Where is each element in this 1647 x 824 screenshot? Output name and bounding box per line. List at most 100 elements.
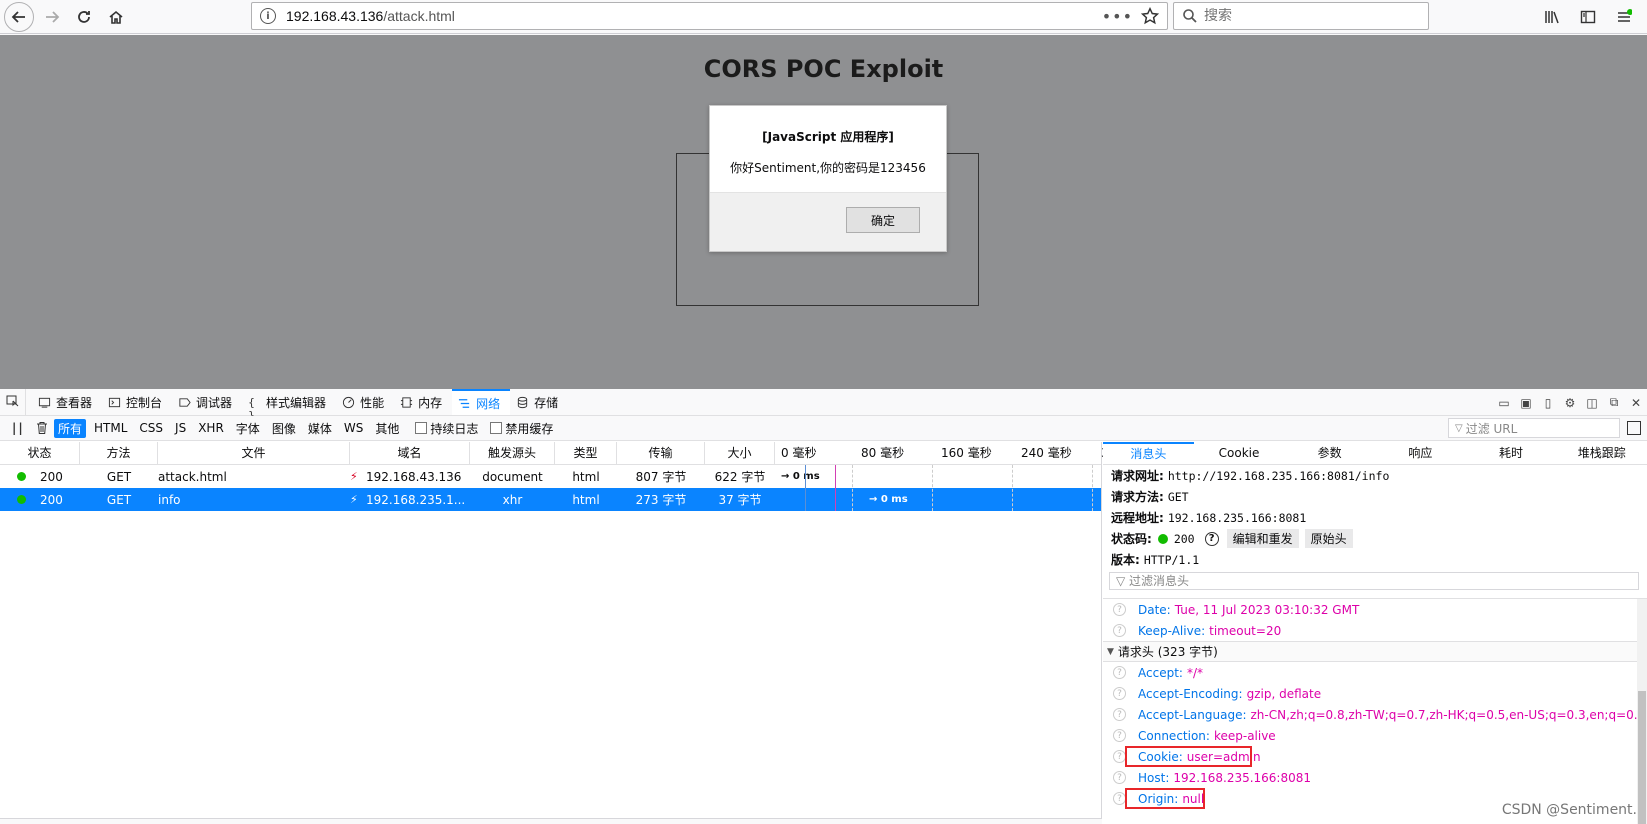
details-tab-response[interactable]: 响应 (1375, 442, 1466, 464)
filter-ws[interactable]: WS (340, 420, 367, 436)
header-row[interactable]: ? Accept: */* (1103, 662, 1647, 683)
filter-images[interactable]: 图像 (268, 419, 300, 438)
column-file[interactable]: 文件 (158, 441, 350, 465)
scrollbar-thumb[interactable] (1638, 691, 1646, 824)
pause-recording-icon[interactable]: || (12, 421, 26, 435)
url-bar[interactable]: i 192.168.43.136/attack.html ••• (251, 2, 1168, 30)
header-row[interactable]: ? Accept-Encoding: gzip, deflate (1103, 683, 1647, 704)
status-cell: 200 (0, 493, 80, 507)
header-help-icon[interactable]: ? (1113, 708, 1126, 721)
details-tab-cookie[interactable]: Cookie (1194, 442, 1285, 464)
details-tab-headers[interactable]: 消息头 (1103, 442, 1194, 464)
header-row[interactable]: ? Date: Tue, 11 Jul 2023 03:10:32 GMT (1103, 599, 1647, 620)
devtools-tab-style-editor[interactable]: { } 样式编辑器 (242, 389, 336, 422)
checkbox-box[interactable] (415, 422, 428, 434)
timing-label: → 0 ms (781, 471, 820, 482)
help-icon[interactable]: ? (1204, 531, 1219, 546)
search-bar[interactable] (1173, 2, 1429, 30)
filter-other[interactable]: 其他 (371, 419, 403, 438)
url-text[interactable]: 192.168.43.136/attack.html (286, 8, 455, 24)
checkbox-box[interactable] (490, 422, 503, 434)
headers-scrollbar[interactable] (1637, 599, 1647, 824)
home-button[interactable] (102, 3, 130, 31)
column-method[interactable]: 方法 (80, 441, 158, 465)
header-row[interactable]: ? Host: 192.168.235.166:8081 (1103, 767, 1647, 788)
back-button[interactable] (4, 1, 34, 32)
page-actions-button[interactable]: ••• (1102, 7, 1133, 26)
filter-xhr[interactable]: XHR (194, 420, 228, 436)
details-tab-timings[interactable]: 耗时 (1466, 442, 1557, 464)
menu-icon[interactable] (1611, 4, 1637, 30)
clear-trash-icon[interactable] (34, 421, 50, 435)
filter-media[interactable]: 媒体 (304, 419, 336, 438)
alert-ok-button[interactable]: 确定 (846, 207, 920, 233)
header-help-icon[interactable]: ? (1113, 624, 1126, 637)
edit-resend-button[interactable]: 编辑和重发 (1226, 529, 1299, 548)
url-filter-input[interactable]: ▽ 过滤 URL (1448, 418, 1620, 438)
column-domain[interactable]: 域名 (350, 441, 470, 465)
expand-triangle-icon[interactable]: ▼ (1107, 647, 1114, 657)
type-cell: html (572, 469, 600, 484)
header-key: Date: (1138, 602, 1171, 617)
status-code-value: 200 (1173, 531, 1195, 546)
dock-side-icon[interactable]: ◫ (1581, 396, 1603, 410)
sidebar-icon[interactable] (1575, 4, 1601, 30)
console-icon (108, 397, 121, 407)
request-row[interactable]: 200 GET attack.html ⚡ 192.168.43.136 docu… (0, 465, 1101, 488)
devtools-tab-performance[interactable]: 性能 (336, 389, 394, 415)
filter-js[interactable]: JS (171, 420, 190, 436)
request-row-selected[interactable]: 200 GET info ⚡ 192.168.235.1... xhr html … (0, 488, 1101, 511)
devtools-tab-inspector[interactable]: 查看器 (32, 389, 102, 415)
bookmark-star-icon[interactable] (1141, 7, 1159, 25)
domain-text: 192.168.235.1... (366, 492, 466, 507)
header-row[interactable]: ? Keep-Alive: timeout=20 (1103, 620, 1647, 641)
column-transferred[interactable]: 传输 (617, 441, 705, 465)
search-input[interactable] (1204, 8, 1404, 24)
site-info-icon[interactable]: i (260, 8, 276, 24)
column-cause[interactable]: 触发源头 (470, 441, 555, 465)
screenshot-icon[interactable]: ▯ (1537, 396, 1559, 410)
header-filter-input[interactable]: ▽ 过滤消息头 (1109, 572, 1639, 590)
devtools-tab-debugger[interactable]: 调试器 (172, 389, 242, 415)
header-row-cookie[interactable]: ? Cookie: user=admin (1103, 746, 1647, 767)
forward-button[interactable] (38, 3, 66, 31)
header-help-icon[interactable]: ? (1113, 771, 1126, 784)
timing-label: → 0 ms (869, 494, 908, 505)
filter-fonts[interactable]: 字体 (232, 419, 264, 438)
header-filter-placeholder: 过滤消息头 (1129, 574, 1190, 588)
details-tab-stack-trace[interactable]: 堆栈跟踪 (1556, 442, 1647, 464)
column-type[interactable]: 类型 (555, 441, 617, 465)
column-waterfall[interactable]: 0 毫秒 80 毫秒 160 毫秒 240 毫秒 3 (775, 442, 1109, 465)
details-tab-params[interactable]: 参数 (1284, 442, 1375, 464)
element-picker-icon[interactable] (0, 389, 26, 415)
request-headers-section[interactable]: ▼ 请求头 (323 字节) (1103, 641, 1647, 662)
column-size[interactable]: 大小 (705, 441, 775, 465)
column-status[interactable]: 状态 (0, 441, 80, 465)
devtools-tab-label: 控制台 (126, 395, 163, 410)
library-icon[interactable] (1539, 4, 1565, 30)
header-help-icon[interactable]: ? (1113, 729, 1126, 742)
header-help-icon[interactable]: ? (1113, 603, 1126, 616)
url-host: 192.168.43.136 (286, 8, 384, 24)
frame-select-icon[interactable]: ▣ (1515, 396, 1537, 410)
filter-all[interactable]: 所有 (54, 418, 87, 438)
header-help-icon[interactable]: ? (1113, 666, 1126, 679)
header-row[interactable]: ? Accept-Language: zh-CN,zh;q=0.8,zh-TW;q=… (1103, 704, 1647, 725)
toggle-sidebar-icon[interactable] (1627, 421, 1641, 435)
persist-logs-checkbox[interactable]: 持续日志 (415, 420, 478, 437)
undock-icon[interactable]: ⧉ (1603, 395, 1625, 410)
filter-html[interactable]: HTML (90, 420, 131, 436)
devtools-tab-network[interactable]: 网络 (452, 389, 511, 415)
responsive-design-icon[interactable]: ▭ (1493, 396, 1515, 410)
filter-css[interactable]: CSS (135, 420, 167, 436)
header-row[interactable]: ? Connection: keep-alive (1103, 725, 1647, 746)
reload-button[interactable] (70, 3, 98, 31)
devtools-tab-console[interactable]: 控制台 (102, 389, 172, 415)
header-help-icon[interactable]: ? (1113, 687, 1126, 700)
settings-gear-icon[interactable]: ⚙ (1559, 396, 1581, 410)
devtools-tab-memory[interactable]: 内存 (394, 389, 452, 415)
devtools-tab-storage[interactable]: 存储 (510, 389, 568, 415)
raw-headers-button[interactable]: 原始头 (1304, 529, 1353, 548)
close-devtools-icon[interactable]: ✕ (1625, 396, 1647, 410)
disable-cache-checkbox[interactable]: 禁用缓存 (490, 420, 553, 437)
